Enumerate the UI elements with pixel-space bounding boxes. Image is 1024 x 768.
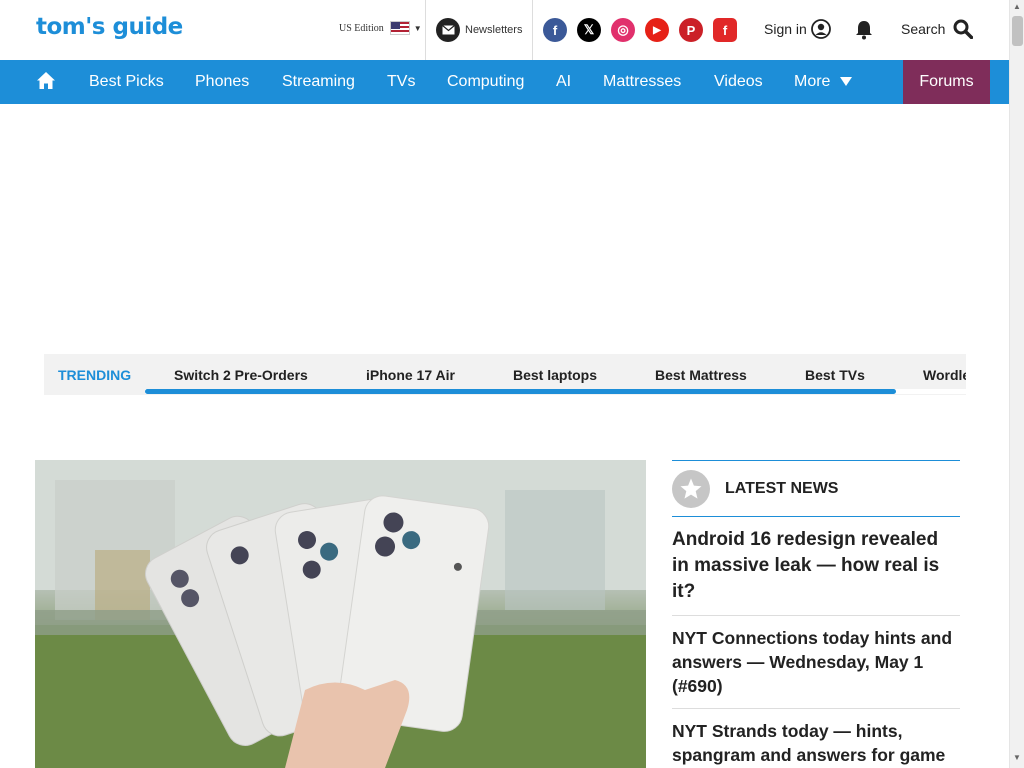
scroll-up-arrow-icon[interactable]: ▲ <box>1013 2 1021 11</box>
flipboard-icon[interactable]: f <box>713 18 737 42</box>
trending-item[interactable]: Best TVs <box>805 367 865 383</box>
trending-scroll-thumb[interactable] <box>145 389 896 394</box>
envelope-icon <box>436 18 460 42</box>
edition-selector[interactable]: US Edition ▼ <box>339 21 422 35</box>
news-item[interactable]: Android 16 redesign revealed in massive … <box>672 517 960 616</box>
us-flag-icon <box>389 21 410 35</box>
trending-item[interactable]: Best Mattress <box>655 367 747 383</box>
nav-item-ai[interactable]: AI <box>556 73 571 91</box>
caret-down-icon: ▼ <box>413 23 422 33</box>
nav-item-mattresses[interactable]: Mattresses <box>603 73 681 91</box>
search-icon <box>953 19 974 39</box>
nav-item-phones[interactable]: Phones <box>195 73 249 91</box>
user-icon <box>810 19 831 39</box>
scroll-down-arrow-icon[interactable]: ▼ <box>1013 753 1021 762</box>
scrollbar-thumb[interactable] <box>1012 16 1023 46</box>
nav-item-computing[interactable]: Computing <box>447 73 524 91</box>
divider <box>425 0 426 60</box>
trending-item[interactable]: Switch 2 Pre-Orders <box>174 367 308 383</box>
nav-more-menu[interactable]: More <box>794 73 852 91</box>
forums-button[interactable]: Forums <box>903 60 990 104</box>
notification-bell-icon[interactable] <box>855 20 873 40</box>
divider <box>532 0 533 60</box>
edition-label: US Edition <box>339 22 384 34</box>
nav-more-label: More <box>794 73 831 90</box>
newsletters-link[interactable]: Newsletters <box>436 18 522 42</box>
iphone-mockups-illustration <box>35 460 646 768</box>
facebook-icon[interactable]: f <box>543 18 567 42</box>
latest-news-panel: LATEST NEWS Android 16 redesign revealed… <box>672 460 960 768</box>
latest-news-title: LATEST NEWS <box>725 479 839 497</box>
search-button[interactable]: Search <box>901 19 974 39</box>
nav-item-tvs[interactable]: TVs <box>387 73 415 91</box>
trending-item[interactable]: Wordle <box>923 367 966 383</box>
site-logo[interactable]: tom's guide <box>36 14 183 40</box>
search-label: Search <box>901 21 946 37</box>
trending-item[interactable]: iPhone 17 Air <box>366 367 455 383</box>
trending-item[interactable]: Best laptops <box>513 367 597 383</box>
trending-bar: TRENDING Switch 2 Pre-Orders iPhone 17 A… <box>44 354 966 395</box>
site-header: tom's guide US Edition ▼ Newsletters f 𝕏… <box>0 0 1009 60</box>
main-nav: Best Picks Phones Streaming TVs Computin… <box>0 60 1009 104</box>
caret-down-icon <box>839 77 852 87</box>
nav-item-streaming[interactable]: Streaming <box>282 73 355 91</box>
sign-in-label: Sign in <box>764 21 807 37</box>
news-item[interactable]: NYT Connections today hints and answers … <box>672 616 960 709</box>
sign-in-button[interactable]: Sign in <box>764 19 831 39</box>
news-item[interactable]: NYT Strands today — hints, spangram and … <box>672 709 960 768</box>
pinterest-icon[interactable]: P <box>679 18 703 42</box>
hero-image-iphones[interactable] <box>35 460 646 768</box>
trending-label: TRENDING <box>58 367 132 383</box>
x-twitter-icon[interactable]: 𝕏 <box>577 18 601 42</box>
star-icon <box>672 469 710 508</box>
page-scrollbar[interactable]: ▲ ▼ <box>1009 0 1024 768</box>
newsletters-label: Newsletters <box>465 24 523 36</box>
instagram-icon[interactable]: ◎ <box>611 18 635 42</box>
nav-item-best-picks[interactable]: Best Picks <box>89 73 164 91</box>
latest-news-header: LATEST NEWS <box>672 461 960 517</box>
home-icon[interactable] <box>36 71 56 91</box>
nav-item-videos[interactable]: Videos <box>714 73 763 91</box>
youtube-icon[interactable]: ▶ <box>645 18 669 42</box>
